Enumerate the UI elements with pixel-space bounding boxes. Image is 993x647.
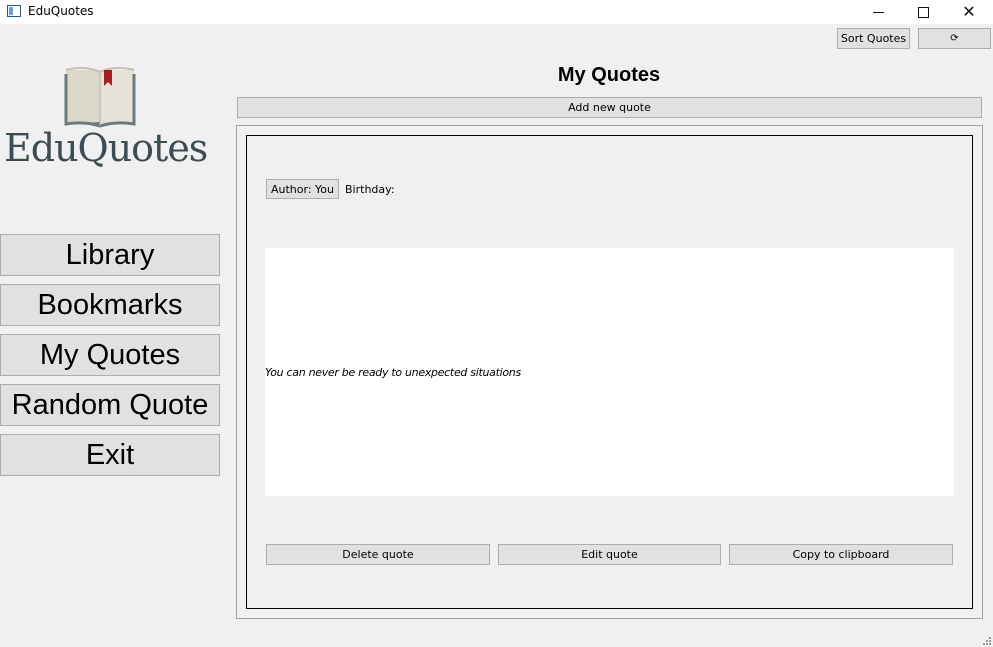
add-new-quote-button[interactable]: Add new quote	[237, 97, 982, 118]
book-icon	[64, 66, 136, 128]
quote-text: You can never be ready to unexpected sit…	[265, 366, 521, 379]
close-button[interactable]: ✕	[946, 0, 992, 24]
copy-to-clipboard-button[interactable]: Copy to clipboard	[729, 544, 953, 565]
nav-my-quotes-button[interactable]: My Quotes	[0, 334, 220, 376]
nav-library-button[interactable]: Library	[0, 234, 220, 276]
refresh-button[interactable]: ⟳	[918, 28, 991, 49]
delete-quote-button[interactable]: Delete quote	[266, 544, 490, 565]
quote-text-area: You can never be ready to unexpected sit…	[265, 248, 954, 496]
author-button[interactable]: Author: You	[266, 179, 339, 199]
minimize-icon	[872, 11, 884, 13]
title-bar: EduQuotes ✕	[0, 0, 993, 24]
close-icon: ✕	[962, 4, 976, 21]
nav-exit-button[interactable]: Exit	[0, 434, 220, 476]
logo-text: EduQuotes	[4, 126, 208, 170]
minimize-button[interactable]	[855, 0, 901, 24]
app-icon	[7, 5, 21, 17]
eduquotes-logo: EduQuotes	[4, 64, 208, 182]
birthday-label: Birthday:	[345, 183, 395, 196]
refresh-icon: ⟳	[950, 33, 959, 44]
resize-grip-icon[interactable]	[983, 637, 991, 645]
maximize-icon	[917, 6, 929, 18]
maximize-button[interactable]	[900, 0, 946, 24]
edit-quote-button[interactable]: Edit quote	[498, 544, 721, 565]
page-title: My Quotes	[557, 64, 661, 86]
nav-bookmarks-button[interactable]: Bookmarks	[0, 284, 220, 326]
nav-random-quote-button[interactable]: Random Quote	[0, 384, 220, 426]
window-title: EduQuotes	[28, 4, 94, 18]
sort-quotes-button[interactable]: Sort Quotes	[837, 28, 910, 49]
